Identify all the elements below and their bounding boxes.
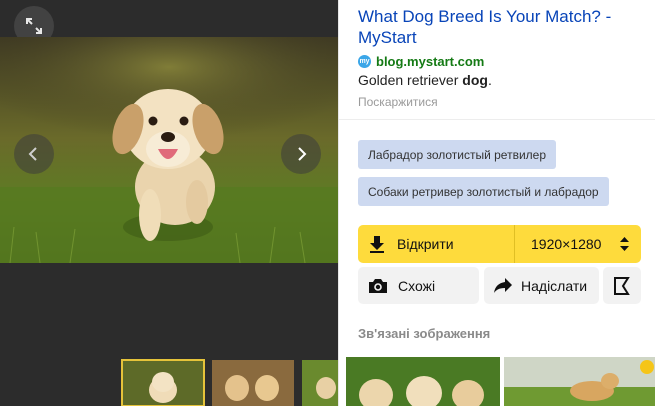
download-icon	[370, 236, 384, 253]
bookmark-icon	[614, 276, 630, 295]
thumbnail-3[interactable]	[302, 360, 338, 406]
image-viewer	[0, 0, 338, 406]
open-button[interactable]: Відкрити	[358, 225, 514, 263]
site-favicon-icon: my	[358, 54, 371, 68]
related-image-picture	[346, 357, 500, 406]
chevron-right-icon	[298, 147, 307, 161]
source-domain: blog.mystart.com	[376, 53, 485, 69]
thumbnail-strip	[0, 357, 338, 406]
related-image-picture	[504, 357, 655, 406]
tag-chip[interactable]: Собаки ретривер золотистый и лабрадор	[358, 177, 609, 206]
source-link[interactable]: my blog.mystart.com	[358, 53, 484, 69]
open-image-bar: Відкрити 1920×1280	[358, 225, 641, 263]
thumbnail-2[interactable]	[212, 360, 294, 406]
expand-icon	[26, 18, 42, 34]
collections-button[interactable]	[603, 267, 641, 304]
description-text: Golden retriever	[358, 72, 463, 88]
size-select[interactable]: 1920×1280	[515, 225, 641, 263]
thumbnail-image	[122, 360, 204, 406]
page-title-link[interactable]: What Dog Breed Is Your Match? - MyStart	[358, 6, 643, 48]
image-description: Golden retriever dog.	[358, 72, 492, 88]
image-info-panel: What Dog Breed Is Your Match? - MyStart …	[338, 0, 655, 406]
size-label: 1920×1280	[531, 236, 602, 252]
complain-link[interactable]: Поскаржитися	[358, 95, 438, 109]
related-images-title: Зв'язані зображення	[358, 326, 491, 341]
share-label: Надіслати	[521, 277, 588, 294]
related-image[interactable]	[346, 357, 500, 406]
badge-icon	[640, 360, 654, 374]
chevron-left-icon	[28, 147, 37, 161]
open-label: Відкрити	[397, 236, 454, 252]
thumbnail-image	[212, 360, 294, 406]
thumbnail-image	[302, 360, 338, 406]
sort-arrows-icon	[620, 237, 629, 251]
tag-chip[interactable]: Лабрадор золотистый ретвилер	[358, 140, 557, 169]
related-image[interactable]	[504, 357, 655, 406]
next-image-button[interactable]	[281, 134, 321, 174]
similar-label: Схожі	[398, 277, 436, 294]
prev-image-button[interactable]	[14, 134, 54, 174]
description-end: .	[487, 72, 492, 88]
share-arrow-icon	[494, 278, 512, 293]
similar-button[interactable]: Схожі	[358, 267, 479, 304]
thumbnail-1[interactable]	[121, 359, 205, 406]
description-highlight: dog	[462, 72, 488, 88]
share-button[interactable]: Надіслати	[484, 267, 599, 304]
camera-icon	[369, 278, 387, 293]
divider	[339, 119, 655, 120]
